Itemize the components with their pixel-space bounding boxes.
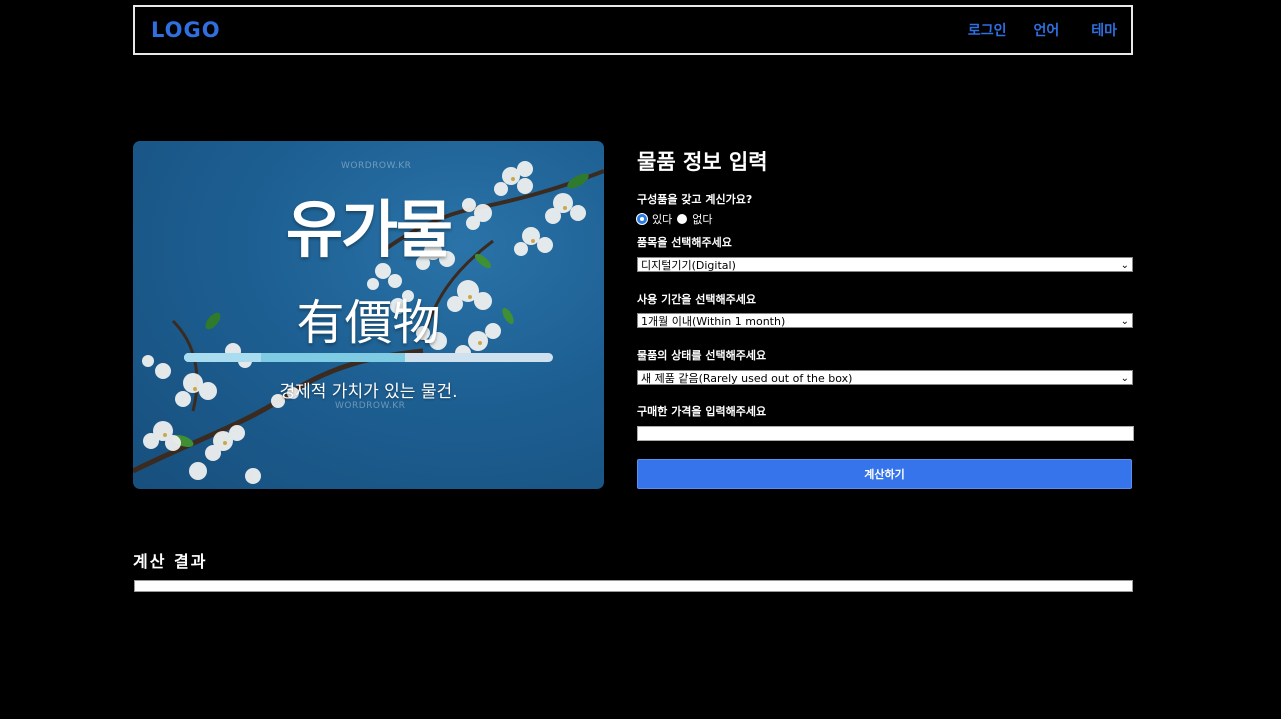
radio-no-label: 없다 <box>692 213 713 226</box>
watermark-top: WORDROW.KR <box>341 161 412 171</box>
calculate-button[interactable]: 계산하기 <box>637 459 1132 489</box>
nav-links: 로그인 언어 테마 <box>968 20 1117 40</box>
chevron-down-icon: ⌄ <box>1120 373 1129 384</box>
chevron-down-icon: ⌄ <box>1120 260 1129 271</box>
hero-hanja: 有價物 <box>296 295 441 351</box>
top-navbar: LOGO 로그인 언어 테마 <box>133 5 1133 55</box>
logo[interactable]: LOGO <box>151 18 221 42</box>
condition-label: 물품의 상태를 선택해주세요 <box>637 349 767 362</box>
hero-subtitle: 경제적 가치가 있는 물건. <box>279 382 458 402</box>
hero-divider-bar <box>184 353 553 362</box>
form-title: 물품 정보 입력 <box>637 150 768 174</box>
category-select-value: 디지털기기(Digital) <box>641 259 736 272</box>
category-select[interactable]: 디지털기기(Digital) ⌄ <box>637 257 1133 272</box>
hero-title: 유가물 <box>285 193 453 266</box>
radio-yes-label: 있다 <box>652 213 673 226</box>
price-input[interactable] <box>637 426 1134 441</box>
watermark-bottom: WORDROW.KR <box>335 401 406 411</box>
period-label: 사용 기간을 선택해주세요 <box>637 293 756 306</box>
condition-select-value: 새 제품 같음(Rarely used out of the box) <box>641 372 853 385</box>
radio-no[interactable] <box>677 214 688 224</box>
components-radio-group: 있다 없다 <box>637 211 718 227</box>
hero-image: WORDROW.KR 유가물 有價物 경제적 가치가 있는 물건. WORDRO… <box>133 141 604 489</box>
hero-divider-segment <box>184 353 262 362</box>
category-label: 품목을 선택해주세요 <box>637 236 732 249</box>
result-output <box>134 580 1133 592</box>
period-select-value: 1개월 이내(Within 1 month) <box>641 315 786 328</box>
price-label: 구매한 가격을 입력해주세요 <box>637 405 767 418</box>
language-link[interactable]: 언어 <box>1033 20 1059 40</box>
login-link[interactable]: 로그인 <box>968 20 1007 40</box>
condition-select[interactable]: 새 제품 같음(Rarely used out of the box) ⌄ <box>637 370 1133 385</box>
components-question-label: 구성품을 갖고 계신가요? <box>637 193 753 206</box>
chevron-down-icon: ⌄ <box>1120 316 1129 327</box>
theme-link[interactable]: 테마 <box>1091 20 1117 40</box>
radio-yes[interactable] <box>637 214 647 224</box>
period-select[interactable]: 1개월 이내(Within 1 month) ⌄ <box>637 313 1133 328</box>
result-title: 계산 결과 <box>133 552 208 571</box>
